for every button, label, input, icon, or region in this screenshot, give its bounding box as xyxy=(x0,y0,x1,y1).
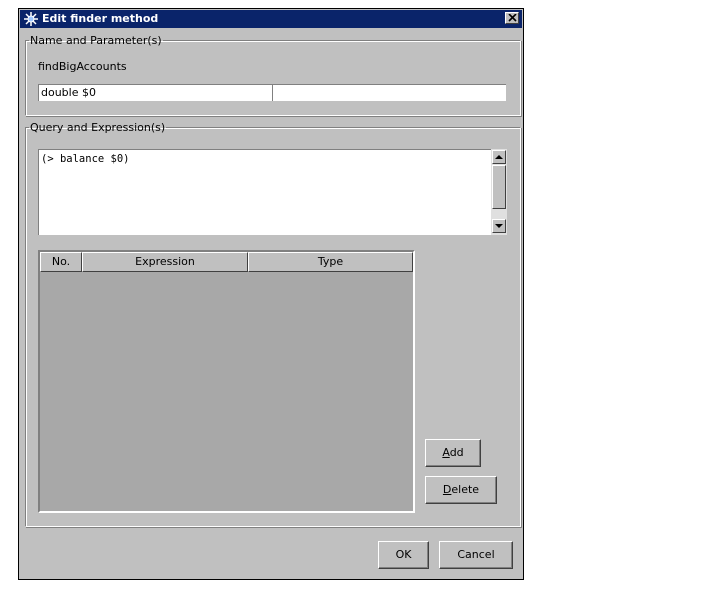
ok-button[interactable]: OK xyxy=(378,541,429,569)
query-textarea[interactable]: (> balance $0) xyxy=(38,149,491,235)
add-label-rest: dd xyxy=(449,446,464,459)
parameter-value-field[interactable] xyxy=(272,84,506,101)
delete-button[interactable]: Delete xyxy=(425,476,497,504)
column-header-type[interactable]: Type xyxy=(248,252,413,272)
cancel-button[interactable]: Cancel xyxy=(439,541,513,569)
query-scrollbar[interactable] xyxy=(491,149,507,235)
close-icon xyxy=(508,14,517,22)
column-header-expression[interactable]: Expression xyxy=(82,252,248,272)
edit-finder-method-dialog: Edit finder method Name and Parameter(s)… xyxy=(18,8,524,580)
column-header-no[interactable]: No. xyxy=(40,252,82,272)
arrow-down-icon xyxy=(495,224,503,228)
arrow-up-icon xyxy=(495,155,503,159)
window-title: Edit finder method xyxy=(42,12,159,25)
title-bar[interactable]: Edit finder method xyxy=(20,10,522,28)
method-name-label: findBigAccounts xyxy=(38,60,127,73)
group-legend: Name and Parameter(s) xyxy=(30,34,162,47)
expressions-table[interactable]: No. Expression Type xyxy=(38,250,415,513)
name-and-parameters-group: Name and Parameter(s) xyxy=(25,34,521,116)
delete-label-rest: elete xyxy=(451,483,480,496)
scroll-up-button[interactable] xyxy=(492,150,506,164)
java-cup-icon xyxy=(23,11,39,27)
scroll-down-button[interactable] xyxy=(492,219,506,233)
group-legend: Query and Expression(s) xyxy=(30,121,166,134)
parameter-type-field[interactable]: double $0 xyxy=(38,84,272,101)
add-mnemonic: A xyxy=(442,446,450,459)
add-button[interactable]: Add xyxy=(425,439,481,467)
scroll-thumb[interactable] xyxy=(492,165,506,209)
close-button[interactable] xyxy=(505,12,519,24)
